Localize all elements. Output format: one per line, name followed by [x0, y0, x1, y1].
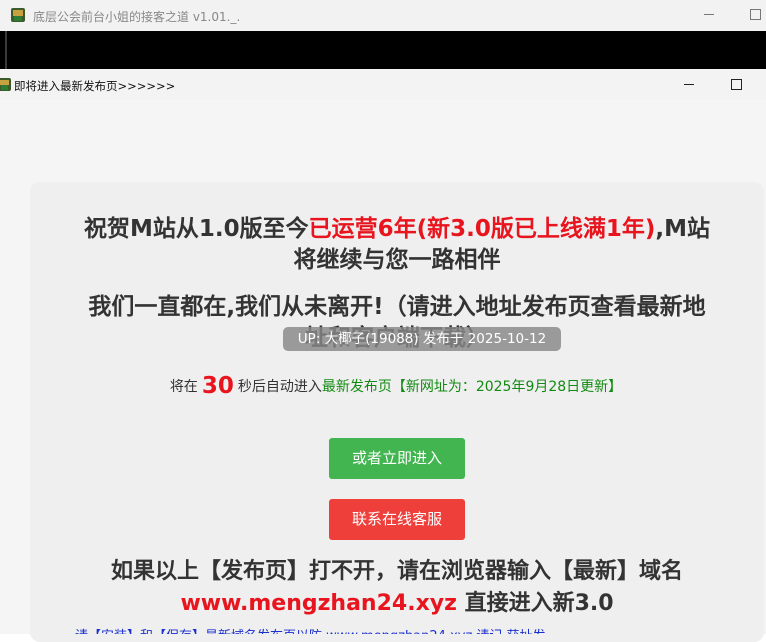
uploader-badge: UP: 大椰子(19088) 发布于 2025-10-12	[283, 327, 561, 351]
back-window-title: 底层公会前台小姐的接客之道 v1.01._.	[33, 10, 241, 24]
app-icon	[11, 8, 25, 22]
headline-text: 祝贺M站从1.0版至今	[83, 216, 309, 242]
window-edge	[5, 31, 7, 69]
back-window-body	[0, 31, 766, 69]
cutoff-text: 请【安装】和【保存】最新域名发布页以防 www.mengzhan24.xyz 请…	[75, 625, 546, 634]
front-window-title: 即将进入最新发布页>>>>>>	[14, 79, 176, 93]
headline-anniversary: 祝贺M站从1.0版至今已运营6年(新3.0版已上线满1年),M站将继续与您一路相…	[0, 214, 766, 276]
countdown-prefix: 将在	[169, 379, 198, 395]
maximize-icon[interactable]	[750, 9, 761, 20]
front-window: 即将进入最新发布页>>>>>> 祝贺M站从1.0版至今已运营6年(新3.0版已上…	[0, 69, 766, 642]
minimize-icon[interactable]	[684, 84, 694, 85]
minimize-icon[interactable]	[704, 14, 714, 15]
enter-now-button[interactable]: 或者立即进入	[329, 438, 465, 479]
maximize-icon[interactable]	[731, 79, 742, 90]
app-icon	[0, 78, 11, 91]
back-window-titlebar: 底层公会前台小姐的接客之道 v1.01._.	[0, 0, 766, 31]
countdown-line: 将在 30 秒后自动进入最新发布页【新网址为：2025年9月28日更新】	[0, 371, 766, 402]
online-service-button[interactable]: 联系在线客服	[329, 499, 465, 540]
countdown-number: 30	[201, 373, 234, 399]
release-page-link[interactable]: 最新发布页【新网址为：2025年9月28日更新】	[322, 379, 622, 395]
front-window-titlebar: 即将进入最新发布页>>>>>>	[0, 69, 766, 100]
countdown-middle: 秒后自动进入	[237, 379, 322, 395]
fallback-instruction: 如果以上【发布页】打不开，请在浏览器输入【最新】域名	[110, 559, 683, 584]
cutoff-notice: 请【安装】和【保存】最新域名发布页以防 www.mengzhan24.xyz 请…	[0, 625, 766, 634]
headline-highlight: 已运营6年(新3.0版已上线满1年)	[308, 216, 656, 242]
domain-suffix: 直接进入新3.0	[464, 591, 614, 616]
fallback-domain-line: www.mengzhan24.xyz 直接进入新3.0	[0, 589, 766, 619]
domain-link[interactable]: www.mengzhan24.xyz	[180, 591, 456, 616]
